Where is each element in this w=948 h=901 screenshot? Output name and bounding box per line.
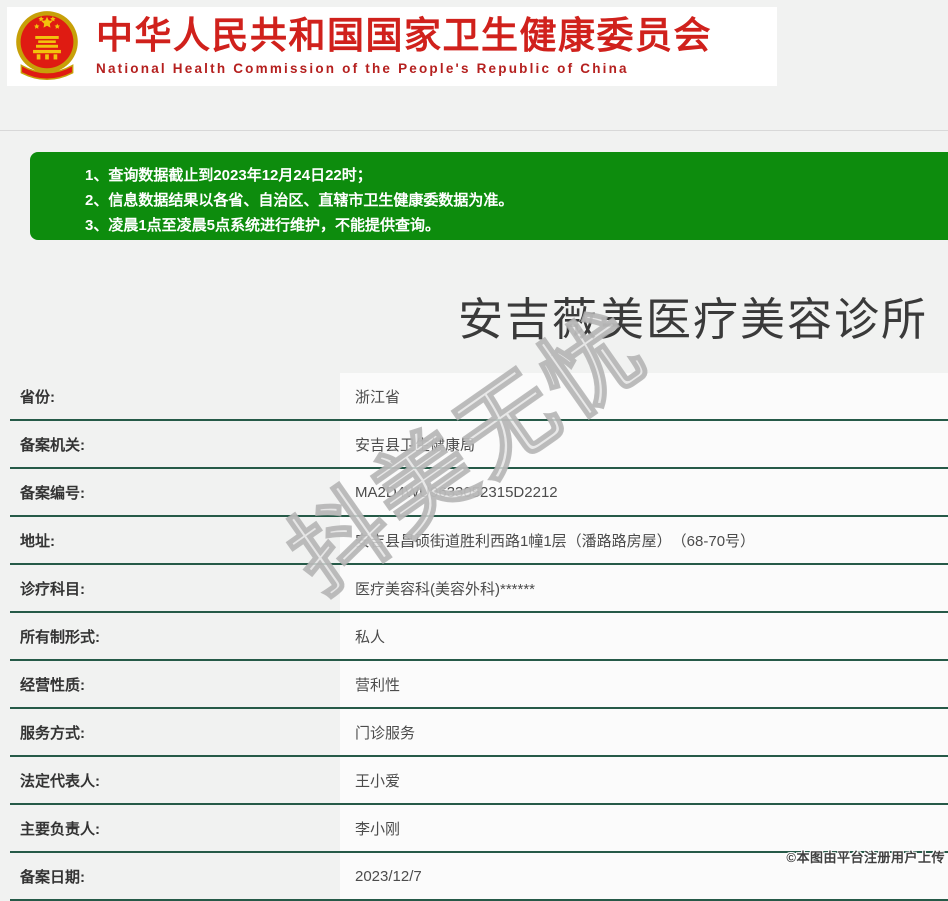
field-value: 门诊服务 xyxy=(340,709,948,755)
field-value: 私人 xyxy=(340,613,948,659)
table-row-service-mode: 服务方式: 门诊服务 xyxy=(10,709,948,757)
site-title-cn: 中华人民共和国国家卫生健康委员会 xyxy=(96,15,712,57)
field-value: 营利性 xyxy=(340,661,948,707)
field-label: 诊疗科目: xyxy=(20,580,85,598)
field-value: 医疗美容科(美容外科)****** xyxy=(340,565,948,611)
header-divider xyxy=(0,130,948,131)
field-label: 经营性质: xyxy=(20,676,85,694)
table-row-filing-authority: 备案机关: 安吉县卫生健康局 xyxy=(10,421,948,469)
site-header: 中华人民共和国国家卫生健康委员会 National Health Commiss… xyxy=(7,7,777,86)
field-label: 法定代表人: xyxy=(20,772,100,790)
field-value: 浙江省 xyxy=(340,373,948,419)
field-label: 省份: xyxy=(20,388,55,406)
field-value: 安吉县卫生健康局 xyxy=(340,421,948,467)
site-title-en: National Health Commission of the People… xyxy=(96,60,629,76)
notice-item-3: 3、凌晨1点至凌晨5点系统进行维护，不能提供查询。 xyxy=(85,217,441,234)
field-label: 备案编号: xyxy=(20,484,85,502)
field-label: 所有制形式: xyxy=(20,628,100,646)
table-row-address: 地址: 安吉县昌硕街道胜利西路1幢1层（潘路路房屋） （68-70号） xyxy=(10,517,948,565)
page: 中华人民共和国国家卫生健康委员会 National Health Commiss… xyxy=(0,0,948,901)
field-label: 主要负责人: xyxy=(20,820,100,838)
field-value: 王小爱 xyxy=(340,757,948,803)
table-row-operating-nature: 经营性质: 营利性 xyxy=(10,661,948,709)
field-value: MA2D4WU9633052315D2212 xyxy=(340,469,948,515)
national-emblem-icon xyxy=(16,10,78,80)
table-row-filing-number: 备案编号: MA2D4WU9633052315D2212 xyxy=(10,469,948,517)
record-title: 安吉薇美医疗美容诊所 xyxy=(458,294,929,345)
field-label: 备案日期: xyxy=(20,868,85,886)
table-row-legal-representative: 法定代表人: 王小爱 xyxy=(10,757,948,805)
field-value: 安吉县昌硕街道胜利西路1幢1层（潘路路房屋） （68-70号） xyxy=(340,517,948,563)
header-titles: 中华人民共和国国家卫生健康委员会 National Health Commiss… xyxy=(96,15,712,76)
field-label: 备案机关: xyxy=(20,436,85,454)
field-label: 地址: xyxy=(20,532,55,550)
notice-item-1: 1、查询数据截止到2023年12月24日22时； xyxy=(85,167,372,184)
table-row-province: 省份: 浙江省 xyxy=(10,373,948,421)
table-row-clinical-subjects: 诊疗科目: 医疗美容科(美容外科)****** xyxy=(10,565,948,613)
table-row-ownership: 所有制形式: 私人 xyxy=(10,613,948,661)
record-table: 省份: 浙江省 备案机关: 安吉县卫生健康局 备案编号: MA2D4WU9633… xyxy=(10,373,948,901)
table-row-principal: 主要负责人: 李小刚 xyxy=(10,805,948,853)
corner-watermark: ©本图由平台注册用户上传 xyxy=(786,850,945,865)
field-value: 李小刚 xyxy=(340,805,948,851)
notice-item-2: 2、信息数据结果以各省、自治区、直辖市卫生健康委数据为准。 xyxy=(85,192,514,209)
field-label: 服务方式: xyxy=(20,724,85,742)
notice-box: 1、查询数据截止到2023年12月24日22时； 2、信息数据结果以各省、自治区… xyxy=(30,152,948,240)
